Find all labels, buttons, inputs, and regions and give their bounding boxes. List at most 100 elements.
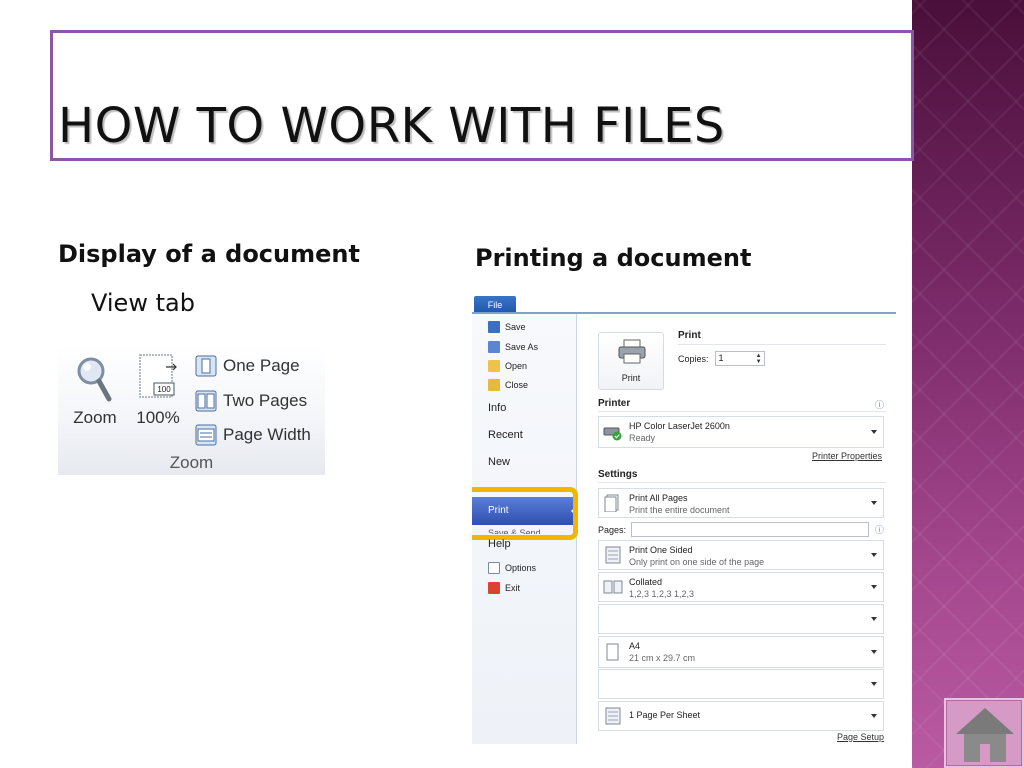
menu-close-label: Close (505, 380, 529, 390)
zoom-ribbon-group: Zoom 100 100% One Page Two Pages Page Wi… (58, 345, 325, 475)
copies-row: Copies: 1 ▲ ▼ (678, 351, 765, 366)
page-width-icon (195, 424, 217, 446)
save-icon (488, 321, 500, 333)
print-title: Print (678, 330, 701, 341)
one-sided-icon (605, 546, 621, 564)
printer-icon (618, 339, 646, 364)
spin-arrows-icon: ▲ ▼ (755, 353, 762, 365)
decorative-side-band (912, 0, 1024, 768)
pages-row: Pages: (598, 522, 870, 537)
home-button[interactable] (944, 698, 1024, 768)
options-icon (488, 562, 500, 574)
menu-new[interactable]: New (488, 456, 510, 468)
menu-save-label: Save (505, 322, 526, 332)
left-subheading: View tab (91, 289, 195, 317)
chevron-down-icon (871, 585, 877, 592)
orientation-dropdown[interactable] (598, 604, 884, 634)
sides-dropdown[interactable]: Print One Sided Only print on one side o… (598, 540, 884, 570)
hundred-icon-text: 100 (157, 385, 171, 394)
menu-save-send[interactable]: Save & Send (488, 528, 541, 534)
hundred-label: 100% (136, 408, 180, 427)
paper-icon (606, 643, 619, 661)
menu-save-as[interactable]: Save As (488, 341, 538, 353)
menu-save[interactable]: Save (488, 321, 526, 333)
print-title-divider (678, 344, 886, 345)
print-all-pages: Print All Pages (629, 493, 688, 503)
menu-recent[interactable]: Recent (488, 429, 523, 441)
page-100-icon: 100 (139, 354, 177, 398)
collated-desc: 1,2,3 1,2,3 1,2,3 (629, 589, 695, 599)
menu-options-label: Options (505, 563, 537, 573)
copies-label: Copies: (678, 353, 709, 364)
left-heading: Display of a document (58, 240, 360, 268)
paper-size-desc: 21 cm x 29.7 cm (629, 653, 696, 663)
chevron-down-icon (871, 430, 877, 437)
print-one-sided-desc: Only print on one side of the page (629, 557, 765, 567)
menu-save-as-label: Save As (505, 342, 539, 352)
pages-label: Pages: (598, 524, 627, 535)
copies-value: 1 (718, 353, 724, 363)
paper-size: A4 (629, 641, 641, 651)
collated-icon (603, 580, 623, 594)
print-range-dropdown[interactable]: Print All Pages Print the entire documen… (598, 488, 884, 518)
paper-size-dropdown[interactable]: A4 21 cm x 29.7 cm (598, 636, 884, 668)
settings-divider (598, 482, 886, 483)
menu-exit[interactable]: Exit (488, 582, 520, 594)
chevron-down-icon (871, 501, 877, 508)
print-button-label: Print (621, 373, 641, 383)
printer-properties-link[interactable]: Printer Properties (812, 451, 882, 461)
zoom-label: Zoom (73, 408, 117, 427)
pages-per-sheet: 1 Page Per Sheet (629, 710, 701, 720)
menu-close[interactable]: Close (488, 379, 528, 391)
page-width-button[interactable]: Page Width (195, 422, 311, 448)
all-pages-icon (604, 494, 619, 512)
right-heading: Printing a document (475, 244, 752, 272)
open-folder-icon (488, 360, 500, 372)
slide-title: HOW TO WORK WITH FILES (58, 98, 725, 154)
print-one-sided: Print One Sided (629, 545, 693, 555)
print-button[interactable]: Print (598, 332, 664, 390)
magnifier-icon (77, 357, 112, 402)
two-pages-button[interactable]: Two Pages (195, 388, 307, 414)
collation-dropdown[interactable]: Collated 1,2,3 1,2,3 1,2,3 (598, 572, 884, 602)
menu-options[interactable]: Options (488, 562, 536, 574)
menu-exit-label: Exit (505, 583, 521, 593)
chevron-down-icon (871, 714, 877, 721)
printer-dropdown[interactable]: HP Color LaserJet 2600n Ready (598, 416, 884, 448)
pages-info-icon[interactable]: ⓘ (875, 523, 884, 536)
one-page-button[interactable]: One Page (195, 353, 300, 379)
printer-info-icon[interactable]: ⓘ (875, 398, 884, 411)
pages-per-sheet-dropdown[interactable]: 1 Page Per Sheet (598, 701, 884, 731)
chevron-down-icon (871, 553, 877, 560)
settings-section-title: Settings (598, 469, 638, 480)
chevron-down-icon (871, 650, 877, 657)
backstage-print-screenshot: File Save Save As Open Close Info Recent… (472, 296, 896, 744)
zoom-button[interactable]: Zoom (68, 355, 122, 428)
menu-info[interactable]: Info (488, 402, 506, 414)
chevron-down-icon (871, 617, 877, 624)
backstage-menu: Save Save As Open Close Info Recent New … (472, 314, 578, 744)
collated: Collated (629, 577, 663, 587)
save-as-icon (488, 341, 500, 353)
print-panel: Print Print Copies: 1 ▲ ▼ Printer ⓘ HP Co… (578, 314, 896, 744)
page-width-label: Page Width (223, 425, 311, 444)
printer-divider (598, 411, 886, 412)
copies-stepper[interactable]: 1 ▲ ▼ (714, 351, 765, 366)
one-page-icon (195, 355, 217, 377)
menu-print-selected[interactable]: Print (472, 497, 575, 525)
margins-dropdown[interactable] (598, 669, 884, 699)
printer-name: HP Color LaserJet 2600n (629, 421, 730, 431)
one-page-label: One Page (223, 356, 300, 375)
menu-open[interactable]: Open (488, 360, 527, 372)
printer-status: Ready (629, 433, 656, 443)
menu-help[interactable]: Help (488, 538, 511, 550)
pages-input[interactable] (631, 522, 870, 537)
exit-icon (488, 582, 500, 594)
two-pages-label: Two Pages (223, 391, 308, 410)
page-setup-link[interactable]: Page Setup (837, 732, 884, 742)
home-icon (956, 708, 1014, 762)
hundred-percent-button[interactable]: 100 100% (133, 353, 183, 428)
chevron-down-icon (871, 682, 877, 689)
pages-per-sheet-icon (605, 707, 621, 725)
printer-section-title: Printer (598, 398, 631, 409)
